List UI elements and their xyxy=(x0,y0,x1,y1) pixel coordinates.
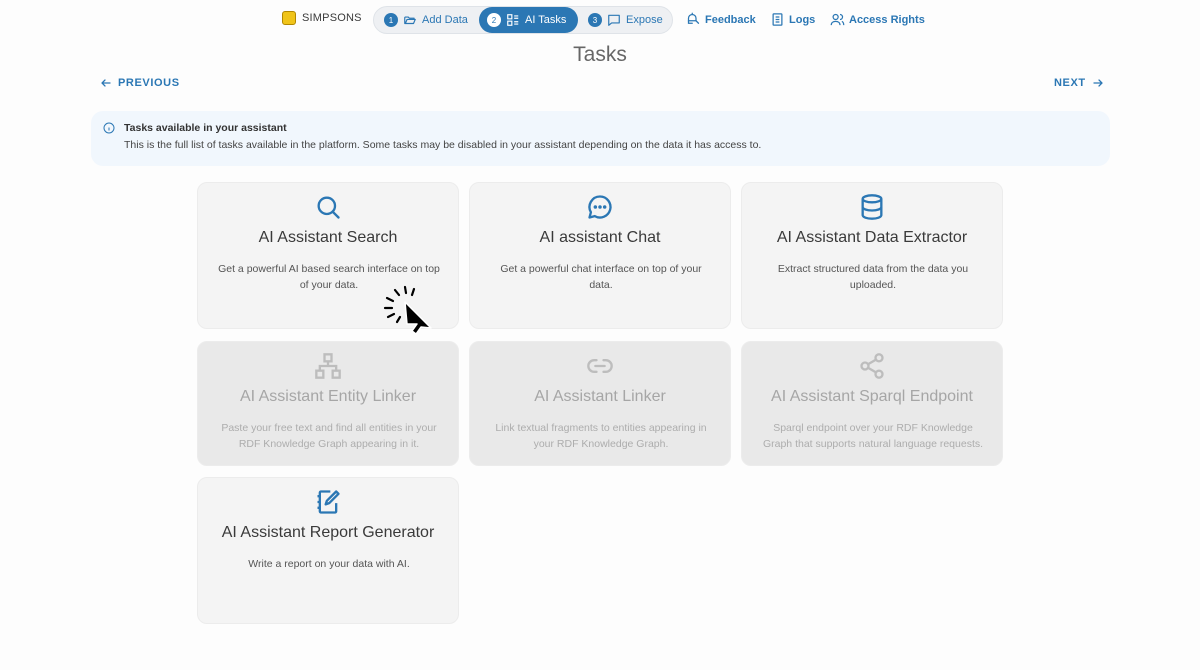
step-number: 2 xyxy=(487,13,501,27)
brand[interactable]: SIMPSONS xyxy=(282,11,362,25)
chat-square-icon xyxy=(608,14,620,26)
page-title: Tasks xyxy=(573,43,627,66)
notebook-edit-icon xyxy=(317,490,340,514)
step-number: 1 xyxy=(384,13,398,27)
step-label: AI Tasks xyxy=(525,14,567,26)
step-expose[interactable]: 3 Expose xyxy=(588,7,663,33)
search-icon xyxy=(317,196,340,219)
brand-logo-icon xyxy=(282,11,296,25)
arrow-left-icon xyxy=(101,79,111,87)
previous-label: PREVIOUS xyxy=(118,77,180,89)
info-heading: Tasks available in your assistant xyxy=(124,122,287,134)
previous-button[interactable]: PREVIOUS xyxy=(100,77,180,89)
database-icon xyxy=(861,194,883,220)
task-title: AI Assistant Data Extractor xyxy=(776,229,968,246)
grid-list-icon xyxy=(507,14,519,26)
info-text: This is the full list of tasks available… xyxy=(124,139,762,151)
info-icon xyxy=(103,122,115,134)
top-navigation: SIMPSONS 1 Add Data 2 AI Tasks 3 Expose … xyxy=(0,6,1200,34)
task-description: Get a powerful chat interface on top of … xyxy=(500,263,702,291)
users-icon xyxy=(830,13,845,26)
step-label: Add Data xyxy=(422,14,468,26)
step-add-data[interactable]: 1 Add Data xyxy=(384,7,468,33)
task-title: AI Assistant Entity Linker xyxy=(239,388,417,405)
step-number: 3 xyxy=(588,13,602,27)
chat-bubble-icon xyxy=(588,195,612,219)
task-card-report-generator[interactable]: AI Assistant Report Generator Write a re… xyxy=(197,477,459,624)
step-label: Expose xyxy=(626,14,663,26)
task-description: Extract structured data from the data yo… xyxy=(777,263,969,291)
next-button[interactable]: NEXT xyxy=(1054,77,1104,89)
brand-name: SIMPSONS xyxy=(302,12,362,24)
task-card-data-extractor[interactable]: AI Assistant Data Extractor Extract stru… xyxy=(741,182,1003,329)
task-card-sparql-endpoint: AI Assistant Sparql Endpoint Sparql endp… xyxy=(741,341,1003,466)
mouse-cursor-icon xyxy=(383,285,432,335)
logs-link[interactable]: Logs xyxy=(770,12,815,27)
task-card-linker: AI Assistant Linker Link textual fragmen… xyxy=(469,341,731,466)
access-rights-link[interactable]: Access Rights xyxy=(830,12,925,27)
folder-open-icon xyxy=(404,16,416,25)
task-description: Paste your free text and find all entiti… xyxy=(221,422,437,450)
step-ai-tasks[interactable]: 2 AI Tasks xyxy=(479,7,578,33)
task-title: AI Assistant Linker xyxy=(534,388,666,405)
feedback-label: Feedback xyxy=(705,13,756,26)
hierarchy-icon xyxy=(315,353,341,379)
task-title: AI Assistant Sparql Endpoint xyxy=(771,388,973,405)
arrow-right-icon xyxy=(1093,79,1103,87)
access-rights-label: Access Rights xyxy=(849,13,925,26)
link-icon xyxy=(587,359,613,373)
task-description: Sparql endpoint over your RDF Knowledge … xyxy=(762,422,984,450)
task-description: Link textual fragments to entities appea… xyxy=(495,422,707,450)
logs-icon xyxy=(772,13,783,26)
workflow-stepper: 1 Add Data 2 AI Tasks 3 Expose xyxy=(373,6,673,34)
task-title: AI Assistant Search xyxy=(258,229,398,246)
task-description: Write a report on your data with AI. xyxy=(248,558,410,570)
next-label: NEXT xyxy=(1054,77,1086,89)
info-banner: Tasks available in your assistant This i… xyxy=(91,111,1110,166)
share-icon xyxy=(860,353,884,379)
feedback-icon xyxy=(687,12,700,24)
logs-label: Logs xyxy=(789,13,816,26)
feedback-link[interactable]: Feedback xyxy=(686,12,756,27)
task-title: AI Assistant Report Generator xyxy=(221,524,435,541)
task-card-entity-linker: AI Assistant Entity Linker Paste your fr… xyxy=(197,341,459,466)
task-card-chat[interactable]: AI assistant Chat Get a powerful chat in… xyxy=(469,182,731,329)
task-title: AI assistant Chat xyxy=(539,229,661,246)
